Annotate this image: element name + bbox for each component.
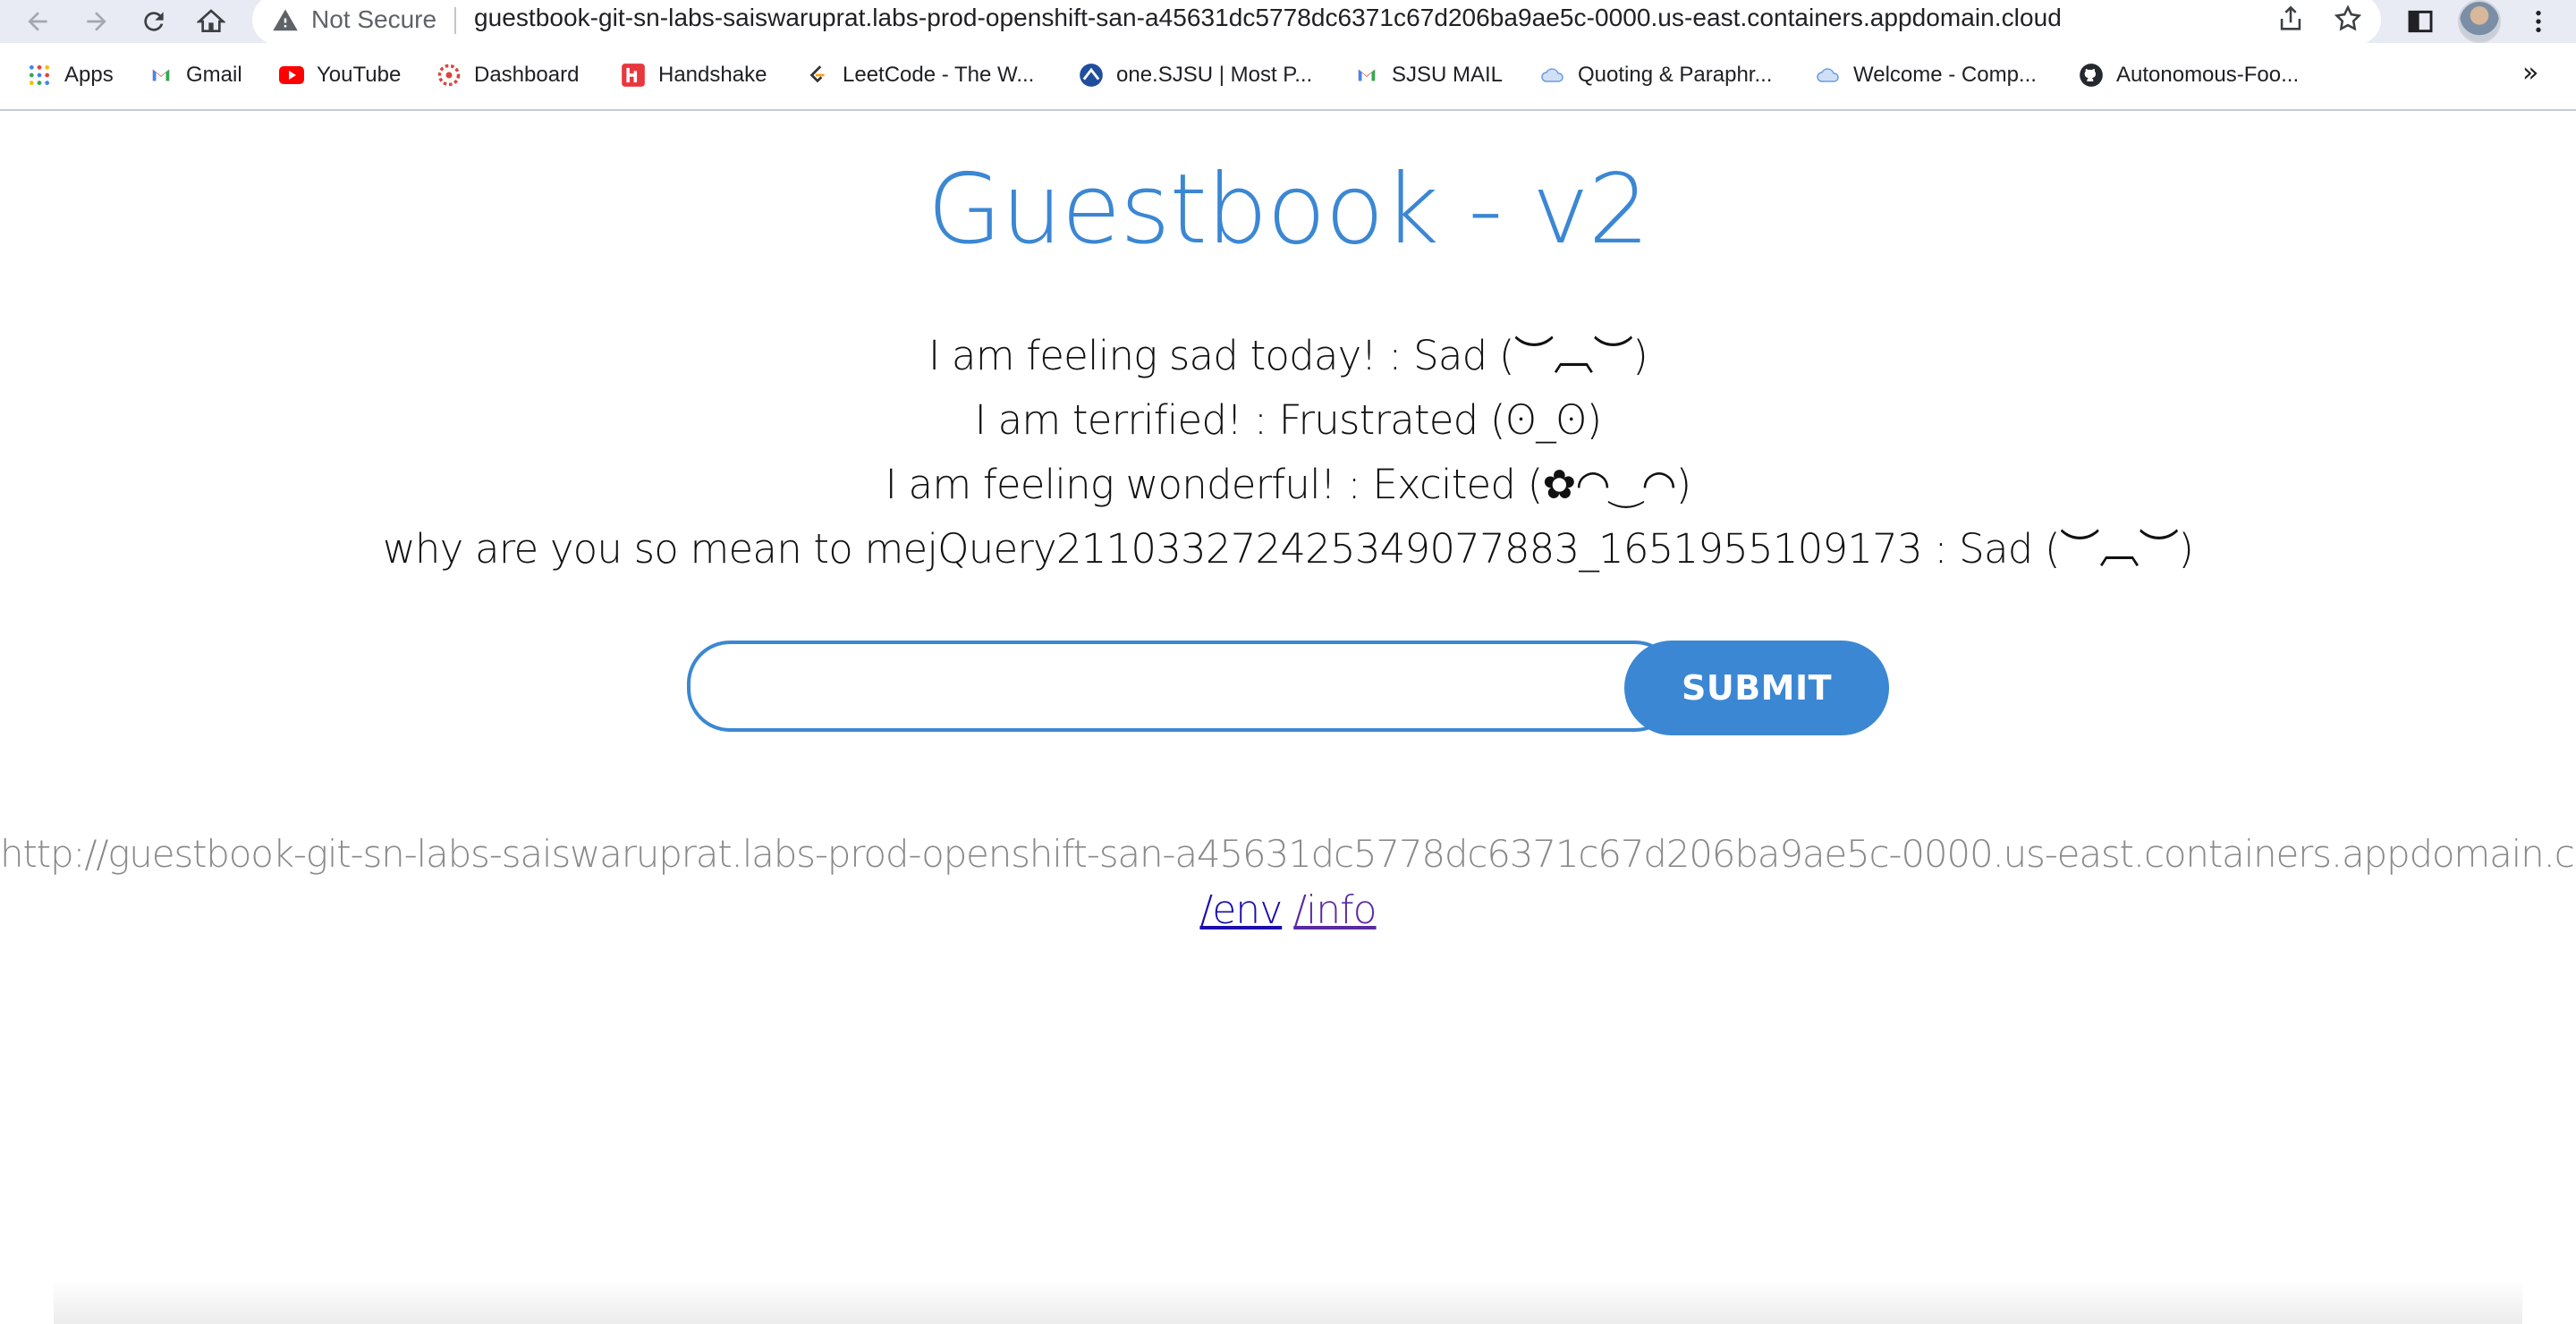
browser-menu-button[interactable]: [2521, 4, 2556, 39]
env-link[interactable]: /env: [1199, 887, 1283, 933]
browser-toolbar: Not Secure guestbook-git-sn-labs-saiswar…: [0, 0, 2576, 45]
side-panel-button[interactable]: [2402, 4, 2438, 39]
home-icon: [197, 9, 225, 32]
chrome-divider: [0, 109, 2576, 111]
home-button[interactable]: [190, 0, 233, 43]
cloud-icon: [1816, 63, 1841, 88]
bookmark-label: Apps: [64, 63, 114, 87]
profile-avatar[interactable]: [2458, 0, 2501, 43]
share-icon[interactable]: [2275, 4, 2306, 34]
guestbook-entry: why are you so mean to mejQuery211033272…: [382, 525, 2194, 573]
bookmark-sjsu-mail[interactable]: SJSU MAIL: [1354, 61, 1503, 89]
guestbook-entry: I am terrified! : Frustrated (ʘ_ʘ): [974, 396, 1603, 444]
bookmark-handshake[interactable]: Handshake: [621, 61, 767, 89]
bookmark-youtube[interactable]: YouTube: [279, 61, 401, 89]
guestbook-entry: I am feeling sad today! : Sad (︶︹︶): [928, 332, 1648, 379]
bookmark-star-icon[interactable]: [2333, 4, 2363, 34]
kebab-menu-icon: [2536, 11, 2541, 32]
window-bottom-shadow: [54, 1279, 2522, 1324]
guestbook-entries: I am feeling sad today! : Sad (︶︹︶) I am…: [0, 324, 2576, 581]
bookmark-label: LeetCode - The W...: [843, 63, 1035, 87]
server-url: http://guestbook-git-sn-labs-saiswarupra…: [0, 832, 2576, 876]
bookmark-label: YouTube: [317, 63, 402, 87]
back-button[interactable]: [16, 0, 59, 43]
reload-icon: [144, 12, 164, 31]
github-icon: [2079, 63, 2104, 88]
forward-arrow-icon: [87, 12, 106, 31]
bookmark-label: Gmail: [186, 63, 242, 87]
bookmark-apps[interactable]: Apps: [27, 61, 114, 89]
handshake-icon: [621, 63, 646, 88]
bookmarks-bar: Apps Gmail YouTube Dashboard Handshake L…: [0, 54, 2576, 97]
address-bar[interactable]: Not Secure guestbook-git-sn-labs-saiswar…: [252, 0, 2381, 45]
bookmark-label: one.SJSU | Most P...: [1116, 63, 1313, 87]
page-title: Guestbook - v2: [927, 154, 1650, 266]
bookmark-gmail[interactable]: Gmail: [148, 61, 242, 89]
gmail-icon: [148, 63, 174, 88]
sjsu-icon: [1079, 63, 1104, 88]
bookmark-autonomous[interactable]: Autonomous-Foo...: [2079, 61, 2299, 89]
bookmark-label: Autonomous-Foo...: [2116, 63, 2300, 87]
warning-icon[interactable]: [272, 7, 299, 34]
bookmark-label: SJSU MAIL: [1392, 63, 1504, 87]
security-label[interactable]: Not Secure: [311, 5, 436, 34]
info-link[interactable]: /info: [1293, 887, 1377, 933]
bookmarks-overflow-button[interactable]: »: [2522, 57, 2538, 89]
entry-form: SUBMIT: [687, 641, 1889, 737]
leetcode-icon: [805, 63, 830, 88]
bookmark-welcome[interactable]: Welcome - Comp...: [1816, 61, 2037, 89]
url-text[interactable]: guestbook-git-sn-labs-saiswaruprat.labs-…: [474, 4, 2062, 32]
forward-button[interactable]: [75, 0, 118, 43]
youtube-icon: [279, 63, 304, 88]
bookmark-dashboard[interactable]: Dashboard: [436, 61, 579, 89]
apps-grid-icon: [27, 63, 52, 88]
dashboard-icon: [436, 63, 462, 88]
reload-button[interactable]: [132, 0, 175, 43]
omnibox-divider: [454, 7, 456, 34]
submit-button[interactable]: SUBMIT: [1624, 641, 1889, 735]
bookmark-label: Handshake: [658, 63, 767, 87]
guestbook-entry: I am feeling wonderful! : Excited (✿◠‿◠): [885, 461, 1692, 508]
side-panel-icon: [2408, 10, 2433, 33]
bookmark-label: Dashboard: [474, 63, 580, 87]
bookmark-one-sjsu[interactable]: one.SJSU | Most P...: [1079, 61, 1312, 89]
bookmark-label: Welcome - Comp...: [1853, 63, 2037, 87]
bookmark-label: Quoting & Paraphr...: [1578, 63, 1773, 87]
footer-links: /env /info: [0, 887, 2576, 933]
gmail-icon: [1354, 63, 1379, 88]
bookmark-quoting[interactable]: Quoting & Paraphr...: [1540, 61, 1772, 89]
cloud-icon: [1540, 63, 1565, 88]
back-arrow-icon: [28, 12, 47, 31]
bookmark-leetcode[interactable]: LeetCode - The W...: [805, 61, 1034, 89]
guestbook-entry-input[interactable]: [687, 641, 1678, 732]
